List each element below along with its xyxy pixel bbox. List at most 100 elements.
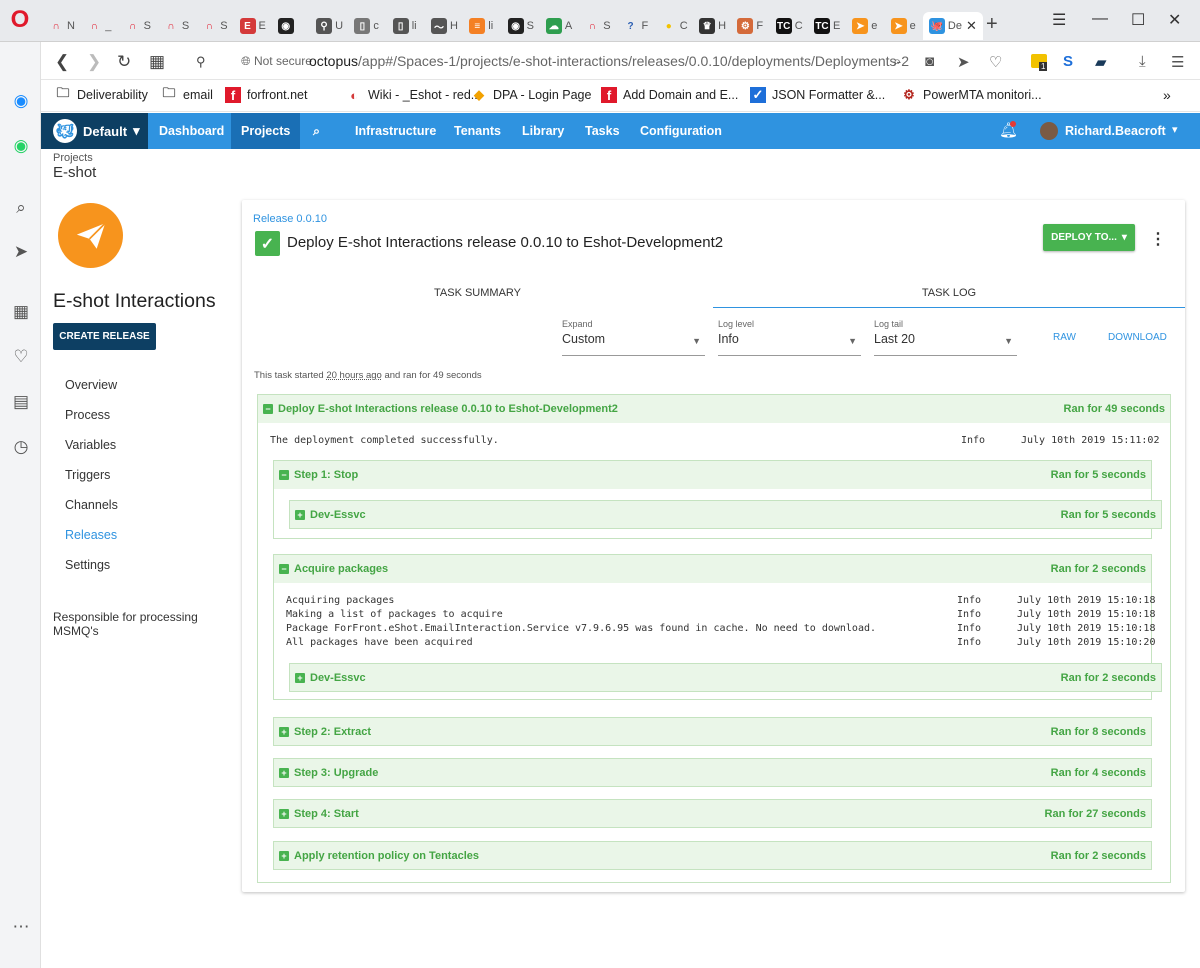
user-caret-icon[interactable]: ▾ [1172,123,1178,136]
browser-tab[interactable]: ♛ H [693,12,731,40]
url-field[interactable]: octopus/app#/Spaces-1/projects/e-shot-in… [309,53,909,69]
log-tail-select[interactable]: Log tail Last 20 ▼ [874,319,1017,356]
bookmark-item[interactable]: f forfront.net [225,87,307,103]
log-group-header[interactable]: + Step 4: Start Ran for 27 seconds [274,800,1151,827]
tab-menu-icon[interactable]: ☰ [1052,10,1066,30]
browser-tab[interactable]: ∩ S [157,12,195,40]
expand-icon[interactable]: + [295,672,305,683]
browser-tab[interactable]: ➤ e [885,12,923,40]
forward-icon[interactable]: ❯ [87,52,101,72]
browser-tab[interactable]: ∩ S [195,12,233,40]
bookmark-item[interactable]: 🗀 Deliverability [55,85,147,103]
search-icon[interactable]: ⌕ [10,197,32,219]
search-deployments-icon[interactable]: ⌕ [303,113,330,149]
overflow-menu-icon[interactable]: ⋮ [1150,229,1166,249]
nav-projects[interactable]: Projects [231,113,301,149]
log-level-select[interactable]: Log level Info ▼ [718,319,861,356]
raw-button[interactable]: RAW [1053,332,1076,343]
browser-tab[interactable]: EE [234,12,272,40]
expand-icon[interactable]: + [295,509,305,520]
expand-icon[interactable]: + [279,850,289,861]
send-page-icon[interactable]: ➤ [957,53,970,71]
close-window-icon[interactable]: ✕ [1168,10,1181,30]
browser-tab[interactable]: ◉ S [502,12,540,40]
new-tab-button[interactable]: + [986,13,998,36]
browser-tab[interactable]: ? F [617,12,655,40]
browser-tab[interactable]: ≡ li [463,12,501,40]
project-nav-variables[interactable]: Variables [65,438,116,452]
browser-tab[interactable]: ⚙ F [731,12,769,40]
project-nav-releases[interactable]: Releases [65,528,117,542]
browser-tab[interactable]: ◉ [272,12,310,40]
whatsapp-icon[interactable]: ◉ [10,135,32,157]
security-indicator[interactable]: 🌐︎ Not secure [241,54,312,69]
bookmark-item[interactable]: ⚙ PowerMTA monitori... [901,87,1041,103]
log-group-header[interactable]: − Deploy E-shot Interactions release 0.0.… [258,395,1170,423]
project-nav-process[interactable]: Process [65,408,110,422]
nav-dashboard[interactable]: Dashboard [149,113,234,149]
close-tab-icon[interactable]: ✕ [966,18,977,34]
browser-tab[interactable]: ● C [655,12,693,40]
news-icon[interactable]: ▤ [10,391,32,413]
bookmark-item[interactable]: 🗀 email [161,85,212,103]
nav-infrastructure[interactable]: Infrastructure [345,113,446,149]
maximize-icon[interactable]: ☐ [1131,10,1145,30]
bookmark-item[interactable]: f Add Domain and E... [601,87,738,103]
log-group-header[interactable]: + Step 2: Extract Ran for 8 seconds [274,718,1151,745]
bookmark-item[interactable]: ◆ DPA - Login Page [471,87,591,103]
messenger-icon[interactable]: ◉ [10,90,32,112]
tab-task-summary[interactable]: TASK SUMMARY [242,278,713,308]
tabs-grid-icon[interactable]: ▦ [149,52,165,72]
browser-tab[interactable]: ⚲ U [310,12,348,40]
browser-tab[interactable]: ∩ N [42,12,80,40]
speed-dial-icon[interactable]: ▦ [10,301,32,323]
nav-tasks[interactable]: Tasks [575,113,630,149]
tab-task-log[interactable]: TASK LOG [713,278,1185,308]
browser-tab[interactable]: 〜 H [425,12,463,40]
easy-setup-icon[interactable]: ☰ [1171,53,1184,71]
expand-select[interactable]: Expand Custom ▼ [562,319,705,356]
browser-tab[interactable]: ▯ li [387,12,425,40]
expand-icon[interactable]: + [279,726,289,737]
s-extension-icon[interactable]: S [1063,53,1073,70]
log-group-header[interactable]: − Acquire packages Ran for 2 seconds [274,555,1151,583]
wallet-extension-icon[interactable]: ▰ [1095,53,1107,71]
bookmark-heart-icon[interactable]: ♡ [989,53,1002,71]
heart-icon[interactable]: ♡ [10,346,32,368]
log-group-header[interactable]: + Dev-Essvc Ran for 5 seconds [290,501,1161,528]
project-nav-channels[interactable]: Channels [65,498,118,512]
collapse-icon[interactable]: − [279,470,289,480]
browser-tab[interactable]: ∩ _ [80,12,118,40]
browser-tab[interactable]: ☁ A [540,12,578,40]
minimize-icon[interactable]: — [1092,10,1108,28]
log-group-header[interactable]: + Step 3: Upgrade Ran for 4 seconds [274,759,1151,786]
collapse-icon[interactable]: − [279,564,289,574]
more-bookmarks-icon[interactable]: » [1163,87,1171,103]
browser-tab[interactable]: TC E [808,12,846,40]
log-group-header[interactable]: + Apply retention policy on Tentacles Ran … [274,842,1151,869]
log-group-header[interactable]: − Step 1: Stop Ran for 5 seconds [274,461,1151,489]
reload-icon[interactable]: ↻ [117,52,131,72]
expand-icon[interactable]: + [279,767,289,778]
browser-tab[interactable]: ∩ S [119,12,157,40]
log-group-header[interactable]: + Dev-Essvc Ran for 2 seconds [290,664,1161,691]
browser-tab[interactable]: 🐙 De ✕ [922,12,983,40]
zoom-icon[interactable]: ⌕ [893,53,901,70]
nav-configuration[interactable]: Configuration [630,113,732,149]
space-switcher[interactable]: 🐙︎ Default ▾ [41,113,148,149]
browser-tab[interactable]: ▯ c [348,12,386,40]
opera-menu-icon[interactable]: O [8,8,32,32]
user-menu[interactable]: Richard.Beacroft [1040,113,1166,149]
breadcrumb-parent[interactable]: Projects [53,152,96,164]
project-nav-settings[interactable]: Settings [65,558,110,572]
browser-tab[interactable]: ➤ e [846,12,884,40]
project-nav-overview[interactable]: Overview [65,378,117,392]
camera-icon[interactable]: ◙ [925,53,934,70]
collapse-icon[interactable]: − [263,404,273,414]
deploy-to-button[interactable]: DEPLOY TO... ▾ [1043,224,1135,251]
nav-library[interactable]: Library [512,113,574,149]
more-icon[interactable]: ⋯ [10,916,32,938]
project-nav-triggers[interactable]: Triggers [65,468,110,482]
browser-tab[interactable]: TC C [770,12,808,40]
expand-icon[interactable]: + [279,808,289,819]
